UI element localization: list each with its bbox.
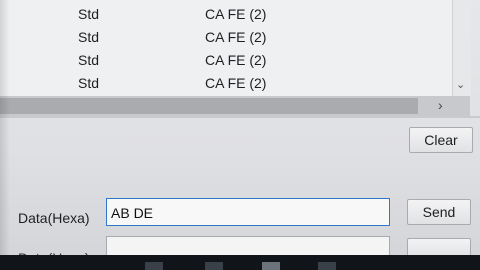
taskbar xyxy=(0,255,480,270)
type-cell: Std xyxy=(78,29,100,45)
taskbar-app-icon[interactable] xyxy=(205,262,223,270)
type-cell: Std xyxy=(78,75,100,91)
message-list[interactable]: Std CA FE (2) Std CA FE (2) Std CA FE (2… xyxy=(0,0,471,96)
app-window: Std CA FE (2) Std CA FE (2) Std CA FE (2… xyxy=(0,0,480,270)
taskbar-app-icon[interactable] xyxy=(318,262,336,270)
taskbar-app-icon[interactable] xyxy=(145,262,163,270)
send-button[interactable]: Send xyxy=(407,199,471,225)
list-item[interactable]: Std CA FE (2) xyxy=(0,4,452,26)
vertical-scrollbar[interactable]: ⌄ xyxy=(452,0,471,96)
type-cell: Std xyxy=(78,6,100,22)
taskbar-app-icon[interactable] xyxy=(262,262,280,270)
data-cell: CA FE (2) xyxy=(205,52,267,68)
data-cell: CA FE (2) xyxy=(205,75,267,91)
edge-shadow xyxy=(0,0,10,270)
data-hexa-input[interactable]: AB DE xyxy=(106,198,390,226)
list-item[interactable]: Std CA FE (2) xyxy=(0,27,452,49)
chevron-down-icon[interactable]: ⌄ xyxy=(456,78,465,91)
chevron-right-icon[interactable]: › xyxy=(438,97,443,113)
type-cell: Std xyxy=(78,52,100,68)
scrollbar-thumb[interactable] xyxy=(0,98,418,114)
data-cell: CA FE (2) xyxy=(205,6,267,22)
data-hexa-label: Data(Hexa) xyxy=(18,210,90,226)
list-item[interactable]: Std CA FE (2) xyxy=(0,73,452,95)
horizontal-scrollbar[interactable]: › xyxy=(0,96,470,116)
clear-button[interactable]: Clear xyxy=(409,127,473,153)
data-cell: CA FE (2) xyxy=(205,29,267,45)
list-item[interactable]: Std CA FE (2) xyxy=(0,50,452,72)
divider xyxy=(0,116,480,118)
